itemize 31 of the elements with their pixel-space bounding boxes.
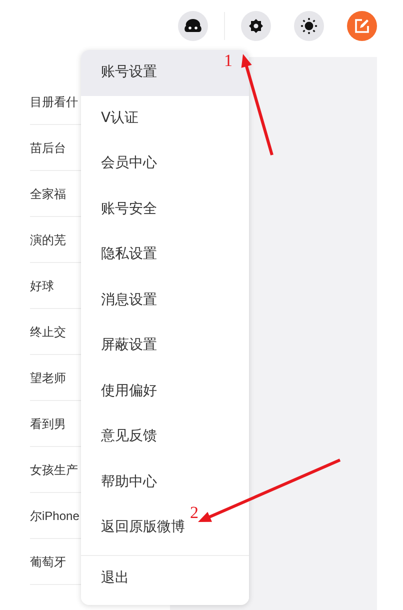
annotation-number: 2 — [190, 503, 198, 522]
menu-item[interactable]: 会员中心 — [81, 141, 249, 186]
menu-item[interactable]: 退出 — [81, 556, 249, 601]
settings-icon — [249, 19, 263, 33]
menu-item[interactable]: 屏蔽设置 — [81, 323, 249, 368]
feed-item-title[interactable]: 好球 — [30, 276, 54, 294]
feed-item-title[interactable]: 目册看什 — [30, 92, 78, 110]
menu-item[interactable]: 帮助中心 — [81, 460, 249, 505]
annotation-number: 1 — [224, 51, 232, 70]
feed-item-title[interactable]: 女孩生产 — [30, 460, 78, 478]
edit-icon — [355, 19, 369, 33]
feed-item-title[interactable]: 望老师 — [30, 368, 66, 386]
menu-item[interactable]: 使用偏好 — [81, 368, 249, 414]
feed-item-title[interactable]: 终止交 — [30, 322, 66, 340]
menu-item[interactable]: V认证 — [81, 96, 249, 141]
feed-item-title[interactable]: 苗后台 — [30, 138, 66, 156]
feed-item-title[interactable]: 演的芜 — [30, 230, 66, 248]
menu-item[interactable]: 账号安全 — [81, 186, 249, 232]
menu-item[interactable]: 消息设置 — [81, 278, 249, 323]
game-controller-button[interactable] — [178, 11, 208, 41]
sun-button[interactable] — [294, 11, 324, 41]
feed-item-title[interactable]: 尔iPhone — [30, 506, 80, 524]
feed-item-title[interactable]: 看到男 — [30, 414, 66, 432]
feed-item-title[interactable]: 葡萄牙 — [30, 552, 66, 570]
game-controller-icon — [184, 18, 202, 34]
edit-button[interactable] — [347, 11, 377, 41]
sun-icon — [301, 18, 317, 34]
menu-item[interactable]: 意见反馈 — [81, 414, 249, 460]
menu-item[interactable]: 隐私设置 — [81, 232, 249, 278]
settings-button[interactable] — [241, 11, 271, 41]
feed-item-title[interactable]: 全家福 — [30, 184, 66, 202]
